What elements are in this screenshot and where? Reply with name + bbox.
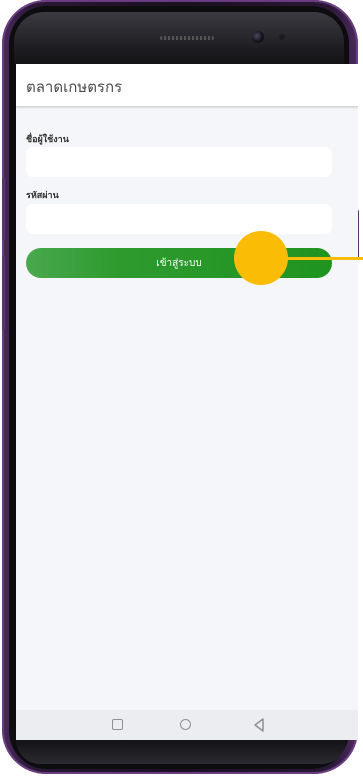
- bixby-button: [2, 256, 5, 330]
- app-bar: ตลาดเกษตรกร: [16, 64, 358, 107]
- volume-button: [2, 178, 5, 240]
- password-field[interactable]: [26, 204, 332, 234]
- system-nav-bar: [16, 710, 358, 740]
- proximity-sensor: [279, 34, 285, 40]
- password-label: รหัสผ่าน: [26, 191, 59, 201]
- phone-chin: [16, 740, 346, 764]
- username-label: ชื่อผู้ใช้งาน: [26, 135, 69, 145]
- front-camera-icon: [252, 31, 264, 43]
- username-field[interactable]: [26, 147, 332, 177]
- circle-icon[interactable]: [180, 719, 191, 730]
- app-title: ตลาดเกษตรกร: [26, 78, 123, 96]
- touch-indicator-dot: [234, 231, 288, 285]
- square-icon[interactable]: [112, 719, 123, 730]
- app-screen: ตลาดเกษตรกร ชื่อผู้ใช้งาน รหัสผ่าน เข้าส…: [16, 64, 358, 710]
- triangle-back-icon[interactable]: [252, 717, 266, 733]
- touch-indicator-line: [284, 257, 363, 260]
- earpiece-speaker: [160, 36, 214, 40]
